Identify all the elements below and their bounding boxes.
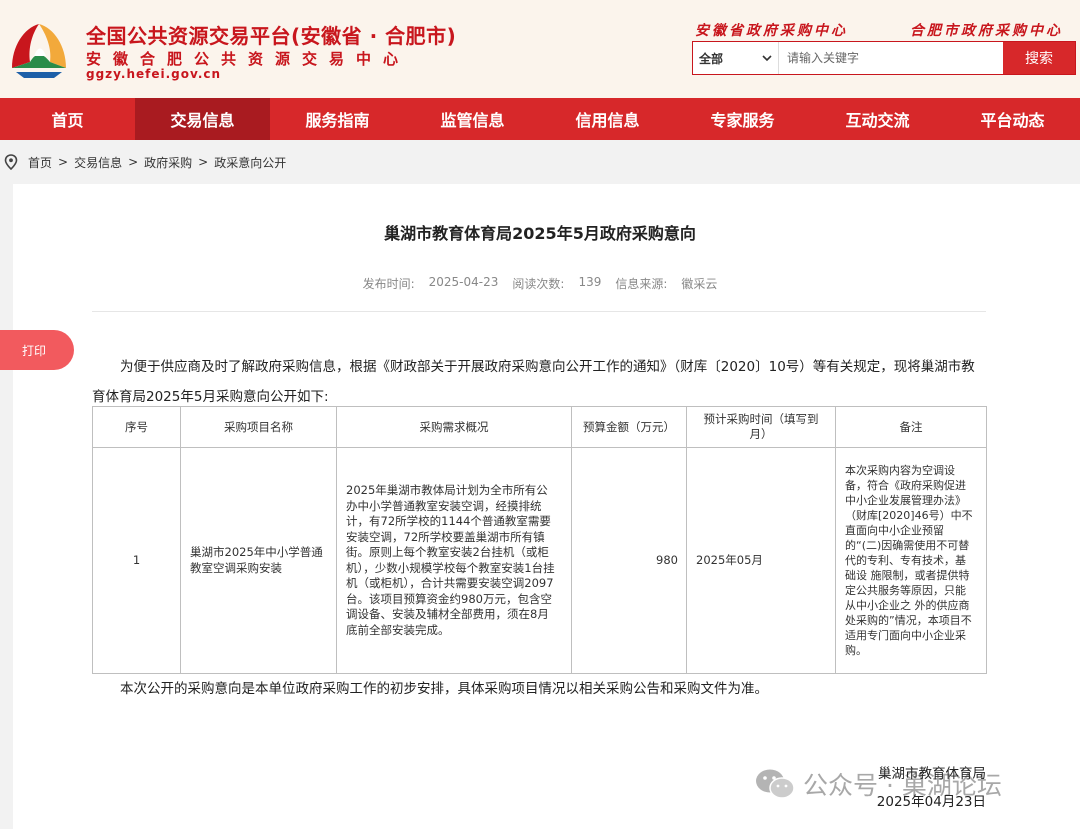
wechat-icon	[756, 769, 795, 799]
site-title: 全国公共资源交易平台(安徽省 · 合肥市)	[86, 24, 457, 48]
chevron-down-icon	[762, 55, 772, 62]
cell-time: 2025年05月	[686, 447, 836, 674]
breadcrumb-home[interactable]: 首页	[26, 154, 54, 171]
table-header-row: 序号 采购项目名称 采购需求概况 预算金额（万元） 预计采购时间（填写到月） 备…	[92, 406, 987, 448]
search-category-value: 全部	[699, 51, 724, 66]
breadcrumb-separator: >	[198, 155, 209, 169]
breadcrumb-gov-procurement[interactable]: 政府采购	[142, 154, 194, 171]
nav-item-trade-info[interactable]: 交易信息	[135, 98, 270, 140]
print-button[interactable]: 打印	[0, 330, 74, 370]
publish-label: 发布时间:	[362, 277, 415, 291]
meta-divider	[92, 311, 986, 312]
site-header: 全国公共资源交易平台(安徽省 · 合肥市) 安徽合肥公共资源交易中心 ggzy.…	[0, 0, 1080, 98]
search-input[interactable]	[779, 42, 1003, 74]
site-domain: ggzy.hefei.gov.cn	[86, 67, 222, 81]
search-bar: 全部 搜索	[692, 41, 1076, 75]
nav-item-platform-news[interactable]: 平台动态	[945, 98, 1080, 140]
breadcrumb-current[interactable]: 政采意向公开	[212, 154, 288, 171]
source-value: 徽采云	[681, 277, 718, 291]
breadcrumb-trade-info[interactable]: 交易信息	[72, 154, 124, 171]
cell-project-name: 巢湖市2025年中小学普通教室空调采购安装	[180, 447, 337, 674]
col-header-requirement: 采购需求概况	[336, 406, 572, 448]
procurement-intent-table: 序号 采购项目名称 采购需求概况 预算金额（万元） 预计采购时间（填写到月） 备…	[92, 406, 987, 674]
nav-item-home[interactable]: 首页	[0, 98, 135, 140]
main-nav: 首页 交易信息 服务指南 监管信息 信用信息 专家服务 互动交流 平台动态	[0, 98, 1080, 140]
nav-item-credit[interactable]: 信用信息	[540, 98, 675, 140]
col-header-note: 备注	[835, 406, 987, 448]
views-label: 阅读次数:	[512, 277, 565, 291]
article-title: 巢湖市教育体育局2025年5月政府采购意向	[384, 224, 696, 243]
link-hefei-procurement-center[interactable]: 合肥市政府采购中心	[910, 20, 1063, 40]
cell-budget: 980	[571, 447, 687, 674]
table-row: 1 巢湖市2025年中小学普通教室空调采购安装 2025年巢湖市教体局计划为全市…	[92, 447, 987, 674]
nav-item-service-guide[interactable]: 服务指南	[270, 98, 405, 140]
search-button[interactable]: 搜索	[1003, 42, 1075, 74]
article-meta: 发布时间: 2025-04-23 阅读次数: 139 信息来源: 徽采云	[0, 275, 1080, 292]
col-header-budget: 预算金额（万元）	[571, 406, 687, 448]
article-intro: 为便于供应商及时了解政府采购信息，根据《财政部关于开展政府采购意向公开工作的通知…	[92, 359, 975, 405]
signature-org: 巢湖市教育体育局	[878, 766, 986, 782]
site-subtitle: 安徽合肥公共资源交易中心	[86, 50, 411, 68]
breadcrumb: 首页 > 交易信息 > 政府采购 > 政采意向公开	[0, 150, 288, 174]
cell-no: 1	[92, 447, 181, 674]
link-anhui-procurement-center[interactable]: 安徽省政府采购中心	[695, 20, 848, 40]
views-count: 139	[578, 275, 602, 289]
breadcrumb-separator: >	[128, 155, 139, 169]
search-category-select[interactable]: 全部	[693, 42, 779, 74]
location-pin-icon	[4, 154, 18, 170]
col-header-project-name: 采购项目名称	[180, 406, 337, 448]
nav-item-interaction[interactable]: 互动交流	[810, 98, 945, 140]
breadcrumb-separator: >	[58, 155, 69, 169]
cell-requirement: 2025年巢湖市教体局计划为全市所有公办中小学普通教室安装空调，经摸排统计，有7…	[336, 447, 572, 674]
source-label: 信息来源:	[615, 277, 668, 291]
nav-item-expert-service[interactable]: 专家服务	[675, 98, 810, 140]
site-logo-icon[interactable]	[6, 16, 72, 82]
cell-note: 本次采购内容为空调设备，符合《政府采购促进中小企业发展管理办法》（财库[2020…	[835, 447, 987, 674]
nav-item-supervision[interactable]: 监管信息	[405, 98, 540, 140]
publish-date: 2025-04-23	[428, 275, 499, 289]
signature-date: 2025年04月23日	[876, 794, 986, 810]
col-header-time: 预计采购时间（填写到月）	[686, 406, 836, 448]
article-footnote: 本次公开的采购意向是本单位政府采购工作的初步安排，具体采购项目情况以相关采购公告…	[120, 681, 768, 697]
col-header-no: 序号	[92, 406, 181, 448]
